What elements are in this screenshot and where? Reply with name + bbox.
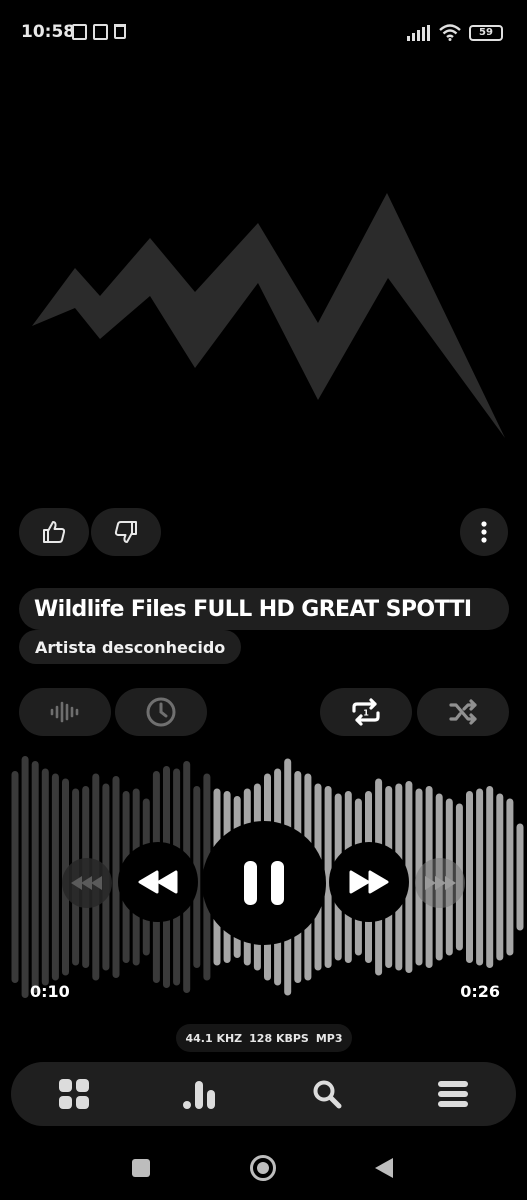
status-time: 10:58 (21, 22, 76, 42)
shuffle-button[interactable] (417, 688, 509, 736)
artist-button[interactable]: Artista desconhecido (19, 630, 242, 664)
repeat-one-icon: 1 (352, 698, 380, 726)
dislike-button[interactable] (91, 508, 161, 556)
nav-library-button[interactable] (44, 1069, 104, 1119)
bottom-navigation (11, 1062, 516, 1126)
more-options-button[interactable] (460, 508, 508, 556)
thumbs-up-icon (43, 521, 66, 543)
album-artwork (32, 193, 505, 438)
more-vertical-icon (481, 521, 487, 543)
signal-icon (407, 24, 430, 41)
svg-text:1: 1 (363, 709, 369, 718)
equalizer-button[interactable] (19, 688, 111, 736)
clock-icon (146, 697, 176, 727)
file-format: MP3 (315, 1031, 343, 1045)
nav-search-button[interactable] (297, 1069, 357, 1119)
trash-icon (114, 24, 126, 39)
nav-queue-button[interactable] (423, 1069, 483, 1119)
audio-info-badge[interactable]: 44.1 KHZ 128 KBPS MP3 (176, 1024, 352, 1052)
rewind-icon (138, 870, 178, 894)
back-triangle-icon (375, 1158, 393, 1178)
skip-previous-icon (71, 876, 102, 890)
rewind-button[interactable] (118, 842, 198, 922)
search-icon (313, 1080, 342, 1109)
news-icon (93, 24, 108, 40)
status-system-icons: 59 (407, 24, 503, 41)
system-navigation-bar (0, 1140, 527, 1200)
sleep-timer-button[interactable] (115, 688, 207, 736)
sample-rate: 44.1 KHZ (185, 1031, 243, 1045)
next-track-button[interactable] (415, 858, 465, 908)
status-bar: 10:58 59 (0, 0, 527, 68)
status-notification-icons (72, 24, 126, 40)
repeat-button[interactable]: 1 (320, 688, 412, 736)
pause-icon (244, 861, 284, 905)
recents-button[interactable] (132, 1159, 150, 1177)
back-button[interactable] (373, 1157, 395, 1179)
track-title-container[interactable]: Wildlife Files FULL HD GREAT SPOTTI (19, 588, 509, 630)
thumbs-down-icon (114, 521, 137, 543)
track-title: Wildlife Files FULL HD GREAT SPOTTI (34, 596, 472, 622)
total-time: 0:26 (460, 982, 500, 1001)
fast-forward-button[interactable] (329, 842, 409, 922)
wifi-icon (439, 24, 461, 41)
menu-icon (437, 1081, 468, 1107)
home-circle-icon (257, 1162, 269, 1174)
artwork-zigzag (32, 193, 505, 438)
pause-button[interactable] (202, 821, 326, 945)
previous-track-button[interactable] (62, 858, 112, 908)
fast-forward-icon (349, 870, 389, 894)
like-button[interactable] (19, 508, 89, 556)
shuffle-icon (449, 699, 477, 725)
bitrate: 128 KBPS (249, 1031, 309, 1045)
skip-next-icon (425, 876, 456, 890)
home-button[interactable] (250, 1155, 276, 1181)
nav-stats-button[interactable] (170, 1069, 230, 1119)
battery-indicator: 59 (469, 24, 503, 41)
waveform-icon (50, 701, 79, 723)
elapsed-time: 0:10 (30, 982, 70, 1001)
artist-name: Artista desconhecido (35, 637, 226, 657)
nfc-icon (72, 24, 87, 40)
bar-chart-icon (183, 1081, 216, 1109)
grid-icon (59, 1079, 90, 1109)
